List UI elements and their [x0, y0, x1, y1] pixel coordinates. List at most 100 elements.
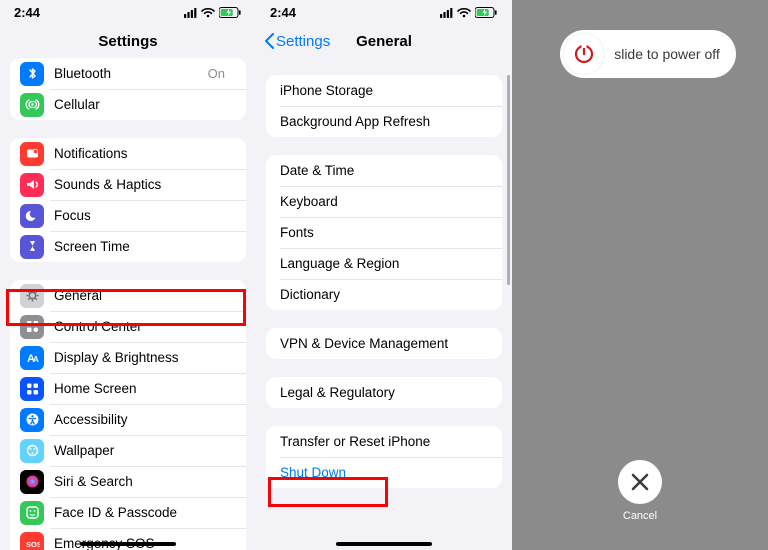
row-label: Sounds & Haptics — [54, 177, 229, 192]
chevron-right-icon — [229, 321, 236, 332]
chevron-right-icon — [229, 210, 236, 221]
row-date-time[interactable]: Date & Time — [266, 155, 502, 186]
home-indicator[interactable] — [336, 542, 432, 546]
row-label: Screen Time — [54, 239, 229, 254]
sos-icon — [20, 532, 44, 550]
row-control-center[interactable]: Control Center — [10, 311, 246, 342]
control-center-icon — [20, 315, 44, 339]
row-legal-regulatory[interactable]: Legal & Regulatory — [266, 377, 502, 408]
chevron-right-icon — [229, 148, 236, 159]
chevron-right-icon — [229, 68, 236, 79]
cellular-icon — [20, 93, 44, 117]
wifi-icon — [457, 7, 471, 18]
chevron-right-icon — [229, 99, 236, 110]
row-label: Home Screen — [54, 381, 229, 396]
row-keyboard[interactable]: Keyboard — [266, 186, 502, 217]
back-button[interactable]: Settings — [264, 22, 330, 60]
page-title: Settings — [98, 33, 157, 50]
row-value: On — [208, 66, 225, 81]
row-emergency-sos[interactable]: Emergency SOS — [10, 528, 246, 550]
close-icon — [631, 473, 649, 491]
chevron-right-icon — [485, 436, 492, 447]
chevron-right-icon — [229, 290, 236, 301]
signal-icon — [184, 7, 197, 18]
sounds-icon — [20, 173, 44, 197]
signal-icon — [440, 7, 453, 18]
chevron-right-icon — [485, 227, 492, 238]
row-label: Background App Refresh — [280, 114, 485, 129]
focus-icon — [20, 204, 44, 228]
row-home-screen[interactable]: Home Screen — [10, 373, 246, 404]
row-label: Cellular — [54, 97, 229, 112]
row-sounds-haptics[interactable]: Sounds & Haptics — [10, 169, 246, 200]
homescreen-icon — [20, 377, 44, 401]
chevron-right-icon — [485, 165, 492, 176]
row-label: Siri & Search — [54, 474, 229, 489]
row-label: Date & Time — [280, 163, 485, 178]
row-vpn-device-management[interactable]: VPN & Device Management — [266, 328, 502, 359]
siri-icon — [20, 470, 44, 494]
row-cellular[interactable]: Cellular — [10, 89, 246, 120]
general-icon — [20, 284, 44, 308]
chevron-right-icon — [229, 476, 236, 487]
row-general[interactable]: General — [10, 280, 246, 311]
row-language-region[interactable]: Language & Region — [266, 248, 502, 279]
power-off-knob[interactable] — [564, 34, 604, 74]
display-icon — [20, 346, 44, 370]
row-label: Shut Down — [280, 465, 492, 480]
page-title: General — [356, 33, 412, 50]
row-siri-search[interactable]: Siri & Search — [10, 466, 246, 497]
row-background-app-refresh[interactable]: Background App Refresh — [266, 106, 502, 137]
row-iphone-storage[interactable]: iPhone Storage — [266, 75, 502, 106]
row-label: Accessibility — [54, 412, 229, 427]
status-time: 2:44 — [14, 5, 40, 20]
chevron-right-icon — [485, 116, 492, 127]
row-label: Language & Region — [280, 256, 485, 271]
home-indicator[interactable] — [80, 542, 176, 546]
nav-header: Settings — [0, 22, 256, 60]
scrollbar[interactable] — [507, 75, 510, 285]
row-wallpaper[interactable]: Wallpaper — [10, 435, 246, 466]
row-label: Bluetooth — [54, 66, 208, 81]
row-display-brightness[interactable]: Display & Brightness — [10, 342, 246, 373]
row-accessibility[interactable]: Accessibility — [10, 404, 246, 435]
cancel-button[interactable] — [618, 460, 662, 504]
row-notifications[interactable]: Notifications — [10, 138, 246, 169]
row-face-id-passcode[interactable]: Face ID & Passcode — [10, 497, 246, 528]
row-label: Wallpaper — [54, 443, 229, 458]
battery-icon — [475, 7, 498, 18]
bluetooth-icon — [20, 62, 44, 86]
row-label: General — [54, 288, 229, 303]
notifications-icon — [20, 142, 44, 166]
chevron-right-icon — [485, 196, 492, 207]
row-focus[interactable]: Focus — [10, 200, 246, 231]
chevron-right-icon — [229, 507, 236, 518]
connectivity-group: BluetoothOn Cellular — [10, 58, 246, 120]
wallpaper-icon — [20, 439, 44, 463]
row-fonts[interactable]: Fonts — [266, 217, 502, 248]
chevron-left-icon — [264, 33, 274, 49]
slider-label: slide to power off — [608, 46, 736, 62]
cancel-label: Cancel — [618, 510, 662, 522]
status-indicators — [440, 7, 498, 18]
legal-group: Legal & Regulatory — [266, 377, 502, 408]
power-off-slider[interactable]: slide to power off — [560, 30, 736, 78]
row-transfer-or-reset-iphone[interactable]: Transfer or Reset iPhone — [266, 426, 502, 457]
row-dictionary[interactable]: Dictionary — [266, 279, 502, 310]
chevron-right-icon — [485, 387, 492, 398]
cancel-area: Cancel — [618, 460, 662, 522]
notifications-group: Notifications Sounds & Haptics Focus Screen… — [10, 138, 246, 262]
row-label: VPN & Device Management — [280, 336, 485, 351]
row-label: Fonts — [280, 225, 485, 240]
row-screen-time[interactable]: Screen Time — [10, 231, 246, 262]
chevron-right-icon — [485, 85, 492, 96]
chevron-right-icon — [229, 352, 236, 363]
chevron-right-icon — [229, 179, 236, 190]
row-bluetooth[interactable]: BluetoothOn — [10, 58, 246, 89]
row-shut-down[interactable]: Shut Down — [266, 457, 502, 488]
status-time: 2:44 — [270, 5, 296, 20]
row-label: Transfer or Reset iPhone — [280, 434, 485, 449]
general-pane: 2:44 Settings General iPhone Storage Back… — [256, 0, 512, 550]
chevron-right-icon — [229, 414, 236, 425]
row-label: iPhone Storage — [280, 83, 485, 98]
